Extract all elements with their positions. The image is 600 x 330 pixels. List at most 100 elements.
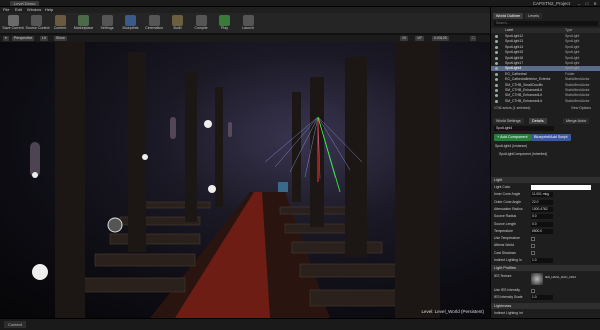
marketplace-button[interactable]: Marketplace	[73, 14, 95, 33]
minimize-icon[interactable]: –	[576, 1, 582, 6]
property-checkbox[interactable]	[531, 251, 535, 256]
outliner-row[interactable]: EG_Cathedral Folder	[491, 72, 600, 77]
property-row: Cast Shadows	[491, 250, 600, 257]
content-browser-button[interactable]: Content	[4, 321, 27, 328]
actor-name: SM_CTHB_EnhancedLit	[505, 88, 542, 92]
ies-texture-value[interactable]: IES_HANL_DAC_2014	[545, 274, 576, 281]
visibility-eye-icon[interactable]	[495, 45, 498, 49]
blueprints-button[interactable]: Blueprints	[120, 14, 142, 33]
ies-texture-thumbnail[interactable]	[531, 273, 543, 285]
perspective-button[interactable]: Perspective	[12, 36, 35, 41]
maximize-icon[interactable]: □	[584, 1, 590, 6]
actor-type: SpotLight	[565, 55, 580, 60]
gear-icon	[101, 15, 113, 26]
outliner-row[interactable]: SpotLight4 SpotLight	[491, 66, 600, 72]
visibility-eye-icon[interactable]	[495, 56, 498, 60]
launch-button[interactable]: Launch	[237, 14, 259, 33]
section-light[interactable]: Light	[491, 177, 600, 183]
actor-name: SM_CTHB_EnhancedLit	[505, 98, 542, 103]
outliner-row[interactable]: SpotLight17 SpotLight	[491, 61, 600, 66]
add-component-button[interactable]: + Add Component	[494, 134, 531, 141]
property-value-field[interactable]: 0.0	[531, 221, 553, 227]
property-checkbox[interactable]	[531, 243, 535, 248]
play-button[interactable]: Play	[214, 14, 236, 33]
property-value-field[interactable]: 22.0	[531, 199, 553, 205]
property-value-field[interactable]: 1.0	[531, 258, 553, 263]
visibility-eye-icon[interactable]	[495, 94, 498, 98]
outliner-search-input[interactable]: Search...	[494, 21, 598, 26]
tab-levels[interactable]: Levels	[525, 13, 542, 19]
actor-name: SM_CTHB_SmallCrucifix	[505, 82, 543, 87]
visibility-eye-icon[interactable]	[495, 99, 498, 103]
outliner-row[interactable]: EG_CathedralInterior_Exterior StaticMeshA…	[491, 77, 600, 82]
tab-details[interactable]: Details	[529, 118, 547, 124]
section-lightmass[interactable]: Lightmass	[491, 303, 600, 309]
tab-world-outliner[interactable]: World Outliner	[493, 13, 524, 19]
ies-intensity-field[interactable]: 1.0	[531, 295, 553, 300]
view-options-button[interactable]: View Options	[571, 106, 591, 110]
visibility-eye-icon[interactable]	[495, 89, 498, 92]
toolbar-label: Play	[221, 26, 228, 30]
property-value-field[interactable]: 11.001 mkg	[531, 192, 553, 198]
angle-snap[interactable]: 10°	[415, 36, 425, 41]
outliner-row[interactable]: SpotLight14 SpotLight	[491, 45, 600, 50]
lit-button[interactable]: Lit	[40, 36, 48, 41]
visibility-eye-icon[interactable]	[495, 72, 498, 76]
source-control-button[interactable]: Source Control	[26, 14, 49, 33]
toolbar-label: Settings	[100, 26, 114, 30]
maximize-viewport-icon[interactable]: ⛶	[470, 36, 477, 41]
property-value-field[interactable]: 0.0	[531, 214, 553, 220]
save-current-button[interactable]: Save Current	[2, 14, 24, 33]
visibility-eye-icon[interactable]	[495, 83, 498, 87]
cinematics-icon	[148, 15, 160, 26]
outliner-row[interactable]: SpotLight12 SpotLight	[491, 34, 600, 39]
light-color-swatch[interactable]	[531, 185, 591, 190]
content-icon	[54, 15, 66, 26]
component-item[interactable]: SpotLight4 (Instance)	[491, 144, 600, 149]
actor-count: 1746 actors (1 selected)	[494, 106, 531, 110]
outliner-row[interactable]: SM_CTHB_EnhancedLit StaticMeshActor	[491, 88, 600, 93]
marketplace-icon	[78, 15, 89, 26]
cinematics-button[interactable]: Cinematics	[143, 14, 165, 33]
grid-snap[interactable]: 10	[400, 36, 408, 41]
property-label: Use Temperature	[494, 236, 520, 241]
actor-name-field[interactable]: SpotLight4	[494, 126, 554, 131]
outliner-row[interactable]: SM_CTHB_SmallCrucifix StaticMeshActor	[491, 83, 600, 88]
visibility-eye-icon[interactable]	[495, 62, 498, 65]
outliner-row[interactable]: SM_CTHB_EnhancedLit StaticMeshActor	[491, 99, 600, 104]
outliner-row[interactable]: SpotLight13 SpotLight	[491, 39, 600, 44]
visibility-eye-icon[interactable]	[495, 67, 498, 71]
content-button[interactable]: Content	[49, 14, 71, 33]
source-control-icon	[31, 15, 42, 26]
compile-button[interactable]: Compile	[190, 14, 212, 33]
close-icon[interactable]: ✕	[592, 1, 598, 6]
outliner-row[interactable]: SM_CTHB_EnhancedLit StaticMeshActor	[491, 93, 600, 98]
use-ies-checkbox[interactable]	[531, 288, 535, 293]
property-value-field[interactable]: 6500.0	[531, 228, 553, 234]
compile-icon	[195, 15, 207, 26]
blueprint-button[interactable]: Blueprint/Add Script	[531, 134, 571, 141]
level-tab[interactable]: Level Demo	[10, 1, 40, 6]
show-button[interactable]: Show	[54, 36, 67, 41]
tab-merge-actor[interactable]: Merge Actor	[563, 118, 590, 124]
tab-world-settings[interactable]: World Settings	[493, 118, 524, 124]
bottom-bar: Content	[0, 318, 600, 330]
outliner-row[interactable]: SpotLight15 SpotLight	[491, 50, 600, 55]
visibility-eye-icon[interactable]	[495, 40, 498, 44]
viewport-options-icon[interactable]: ▾	[3, 36, 9, 41]
settings-button[interactable]: Settings	[96, 14, 118, 33]
level-viewport[interactable]: Level: Level_World (Persistent)	[0, 42, 490, 318]
save-icon	[7, 15, 19, 26]
section-light-profiles[interactable]: Light Profiles	[491, 265, 600, 271]
component-item[interactable]: SpotLightComponent (Inherited)	[491, 152, 600, 157]
visibility-eye-icon[interactable]	[495, 78, 498, 82]
toolbar-label: Cinematics	[145, 26, 163, 30]
property-checkbox[interactable]	[531, 236, 535, 241]
visibility-eye-icon[interactable]	[495, 35, 498, 38]
visibility-eye-icon[interactable]	[495, 51, 498, 55]
outliner-row[interactable]: SpotLight16 SpotLight	[491, 56, 600, 61]
property-value-field[interactable]: 1000.4762	[531, 206, 553, 212]
scale-snap[interactable]: 0.03125	[432, 36, 449, 41]
build-button[interactable]: Build	[167, 14, 189, 33]
actor-name: SpotLight4	[505, 66, 522, 71]
